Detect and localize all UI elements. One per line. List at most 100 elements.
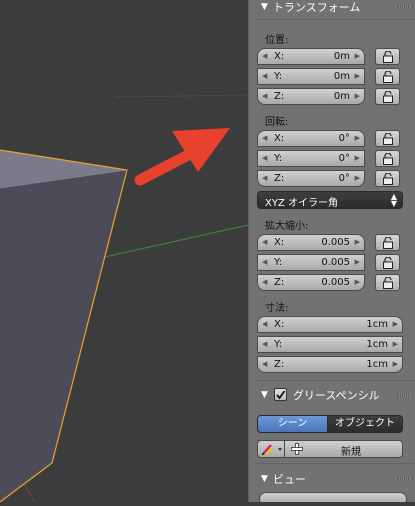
- increment-arrow-icon[interactable]: ▶: [355, 238, 360, 246]
- collapse-triangle-icon: ▼: [261, 389, 268, 400]
- decrement-arrow-icon[interactable]: ◀: [262, 134, 267, 142]
- axis-label: Z:: [274, 91, 285, 102]
- pencil-icon: [261, 444, 282, 456]
- grease-pencil-enable-checkbox[interactable]: [274, 388, 287, 401]
- field-value: 0.005: [321, 257, 350, 268]
- field-value: 0°: [338, 153, 350, 164]
- grease-pencil-panel-title: グリースペンシル: [292, 388, 380, 402]
- increment-arrow-icon[interactable]: ▶: [355, 154, 360, 162]
- rotation-mode-dropdown[interactable]: XYZ オイラー角 ▲ ▼: [257, 191, 403, 209]
- field-value: 1cm: [366, 359, 388, 370]
- axis-label: Y:: [274, 71, 283, 82]
- horizon-line: [114, 94, 249, 98]
- axis-label: Z:: [274, 277, 285, 288]
- tab-scene[interactable]: シーン: [257, 415, 328, 433]
- padlock-icon: [383, 91, 393, 103]
- dropdown-value: XYZ オイラー角: [265, 198, 338, 209]
- updown-arrows-icon: ▲ ▼: [390, 192, 397, 208]
- increment-arrow-icon[interactable]: ▶: [355, 72, 360, 80]
- increment-arrow-icon[interactable]: ▶: [355, 174, 360, 182]
- increment-arrow-icon[interactable]: ▶: [355, 134, 360, 142]
- lock-scale-z-button[interactable]: [375, 274, 400, 291]
- dimensions-x-field[interactable]: ◀ X: 1cm ▶: [257, 316, 403, 333]
- decrement-arrow-icon[interactable]: ◀: [262, 360, 267, 368]
- view-panel-header[interactable]: ▼ ビュー: [249, 469, 415, 488]
- rotation-x-field[interactable]: ◀ X: 0° ▶: [257, 130, 365, 147]
- field-value: 0.005: [321, 237, 350, 248]
- view-lens-field[interactable]: [259, 492, 407, 502]
- increment-arrow-icon[interactable]: ▶: [355, 52, 360, 60]
- decrement-arrow-icon[interactable]: ◀: [262, 92, 267, 100]
- increment-arrow-icon[interactable]: ▶: [393, 360, 398, 368]
- increment-arrow-icon[interactable]: ▶: [355, 258, 360, 266]
- increment-arrow-icon[interactable]: ▶: [355, 278, 360, 286]
- decrement-arrow-icon[interactable]: ◀: [262, 154, 267, 162]
- lock-scale-x-button[interactable]: [375, 234, 400, 251]
- decrement-arrow-icon[interactable]: ◀: [262, 340, 267, 348]
- lock-rotation-y-button[interactable]: [375, 150, 400, 167]
- location-x-field[interactable]: ◀ X: 0m ▶: [257, 48, 365, 65]
- divider: [253, 380, 415, 381]
- drag-grip-icon[interactable]: [398, 5, 410, 9]
- scale-x-field[interactable]: ◀ X: 0.005 ▶: [257, 234, 365, 251]
- field-value: 1cm: [366, 339, 388, 350]
- rotation-label: 回転:: [265, 117, 289, 128]
- decrement-arrow-icon[interactable]: ◀: [262, 238, 267, 246]
- padlock-icon: [383, 173, 393, 185]
- rotation-z-field[interactable]: ◀ Z: 0° ▶: [257, 170, 365, 187]
- increment-arrow-icon[interactable]: ▶: [393, 320, 398, 328]
- axis-label: X:: [274, 51, 285, 62]
- view-panel-title: ビュー: [272, 472, 306, 486]
- field-value: 1cm: [366, 319, 388, 330]
- drag-grip-icon[interactable]: [398, 477, 410, 481]
- decrement-arrow-icon[interactable]: ◀: [262, 258, 267, 266]
- checkmark-icon: [276, 390, 286, 400]
- lock-rotation-z-button[interactable]: [375, 170, 400, 187]
- padlock-icon: [383, 277, 393, 289]
- dimensions-label: 寸法:: [265, 303, 289, 314]
- padlock-icon: [383, 71, 393, 83]
- axis-label: X:: [274, 133, 285, 144]
- new-grease-pencil-button[interactable]: 新規: [284, 440, 403, 458]
- axis-label: Y:: [274, 257, 283, 268]
- transform-panel-header[interactable]: ▼ トランスフォーム: [249, 0, 415, 16]
- axis-label: Y:: [274, 339, 283, 350]
- rotation-y-field[interactable]: ◀ Y: 0° ▶: [257, 150, 365, 167]
- lock-rotation-x-button[interactable]: [375, 130, 400, 147]
- location-label: 位置:: [265, 35, 289, 46]
- lock-location-z-button[interactable]: [375, 88, 400, 105]
- location-z-field[interactable]: ◀ Z: 0m ▶: [257, 88, 365, 105]
- increment-arrow-icon[interactable]: ▶: [393, 340, 398, 348]
- axis-label: Z:: [274, 359, 285, 370]
- tab-object[interactable]: オブジェクト: [327, 415, 403, 433]
- y-axis-line: [99, 224, 249, 259]
- field-value: 0.005: [321, 277, 350, 288]
- decrement-arrow-icon[interactable]: ◀: [262, 52, 267, 60]
- scale-label: 拡大縮小:: [265, 221, 309, 232]
- increment-arrow-icon[interactable]: ▶: [355, 92, 360, 100]
- decrement-arrow-icon[interactable]: ◀: [262, 320, 267, 328]
- cube-front-face: [0, 170, 127, 502]
- padlock-icon: [383, 153, 393, 165]
- padlock-icon: [383, 51, 393, 63]
- pencil-brush-button[interactable]: [257, 440, 285, 458]
- axis-label: X:: [274, 319, 285, 330]
- collapse-triangle-icon: ▼: [261, 473, 268, 484]
- lock-scale-y-button[interactable]: [375, 254, 400, 271]
- location-y-field[interactable]: ◀ Y: 0m ▶: [257, 68, 365, 85]
- decrement-arrow-icon[interactable]: ◀: [262, 174, 267, 182]
- scale-z-field[interactable]: ◀ Z: 0.005 ▶: [257, 274, 365, 291]
- scale-y-field[interactable]: ◀ Y: 0.005 ▶: [257, 254, 365, 271]
- lock-location-y-button[interactable]: [375, 68, 400, 85]
- padlock-icon: [383, 133, 393, 145]
- field-value: 0m: [333, 51, 350, 62]
- field-value: 0°: [338, 173, 350, 184]
- divider: [253, 19, 415, 20]
- lock-location-x-button[interactable]: [375, 48, 400, 65]
- dimensions-y-field[interactable]: ◀ Y: 1cm ▶: [257, 336, 403, 353]
- decrement-arrow-icon[interactable]: ◀: [262, 72, 267, 80]
- decrement-arrow-icon[interactable]: ◀: [262, 278, 267, 286]
- axis-label: Y:: [274, 153, 283, 164]
- drag-grip-icon[interactable]: [398, 393, 410, 397]
- dimensions-z-field[interactable]: ◀ Z: 1cm ▶: [257, 356, 403, 373]
